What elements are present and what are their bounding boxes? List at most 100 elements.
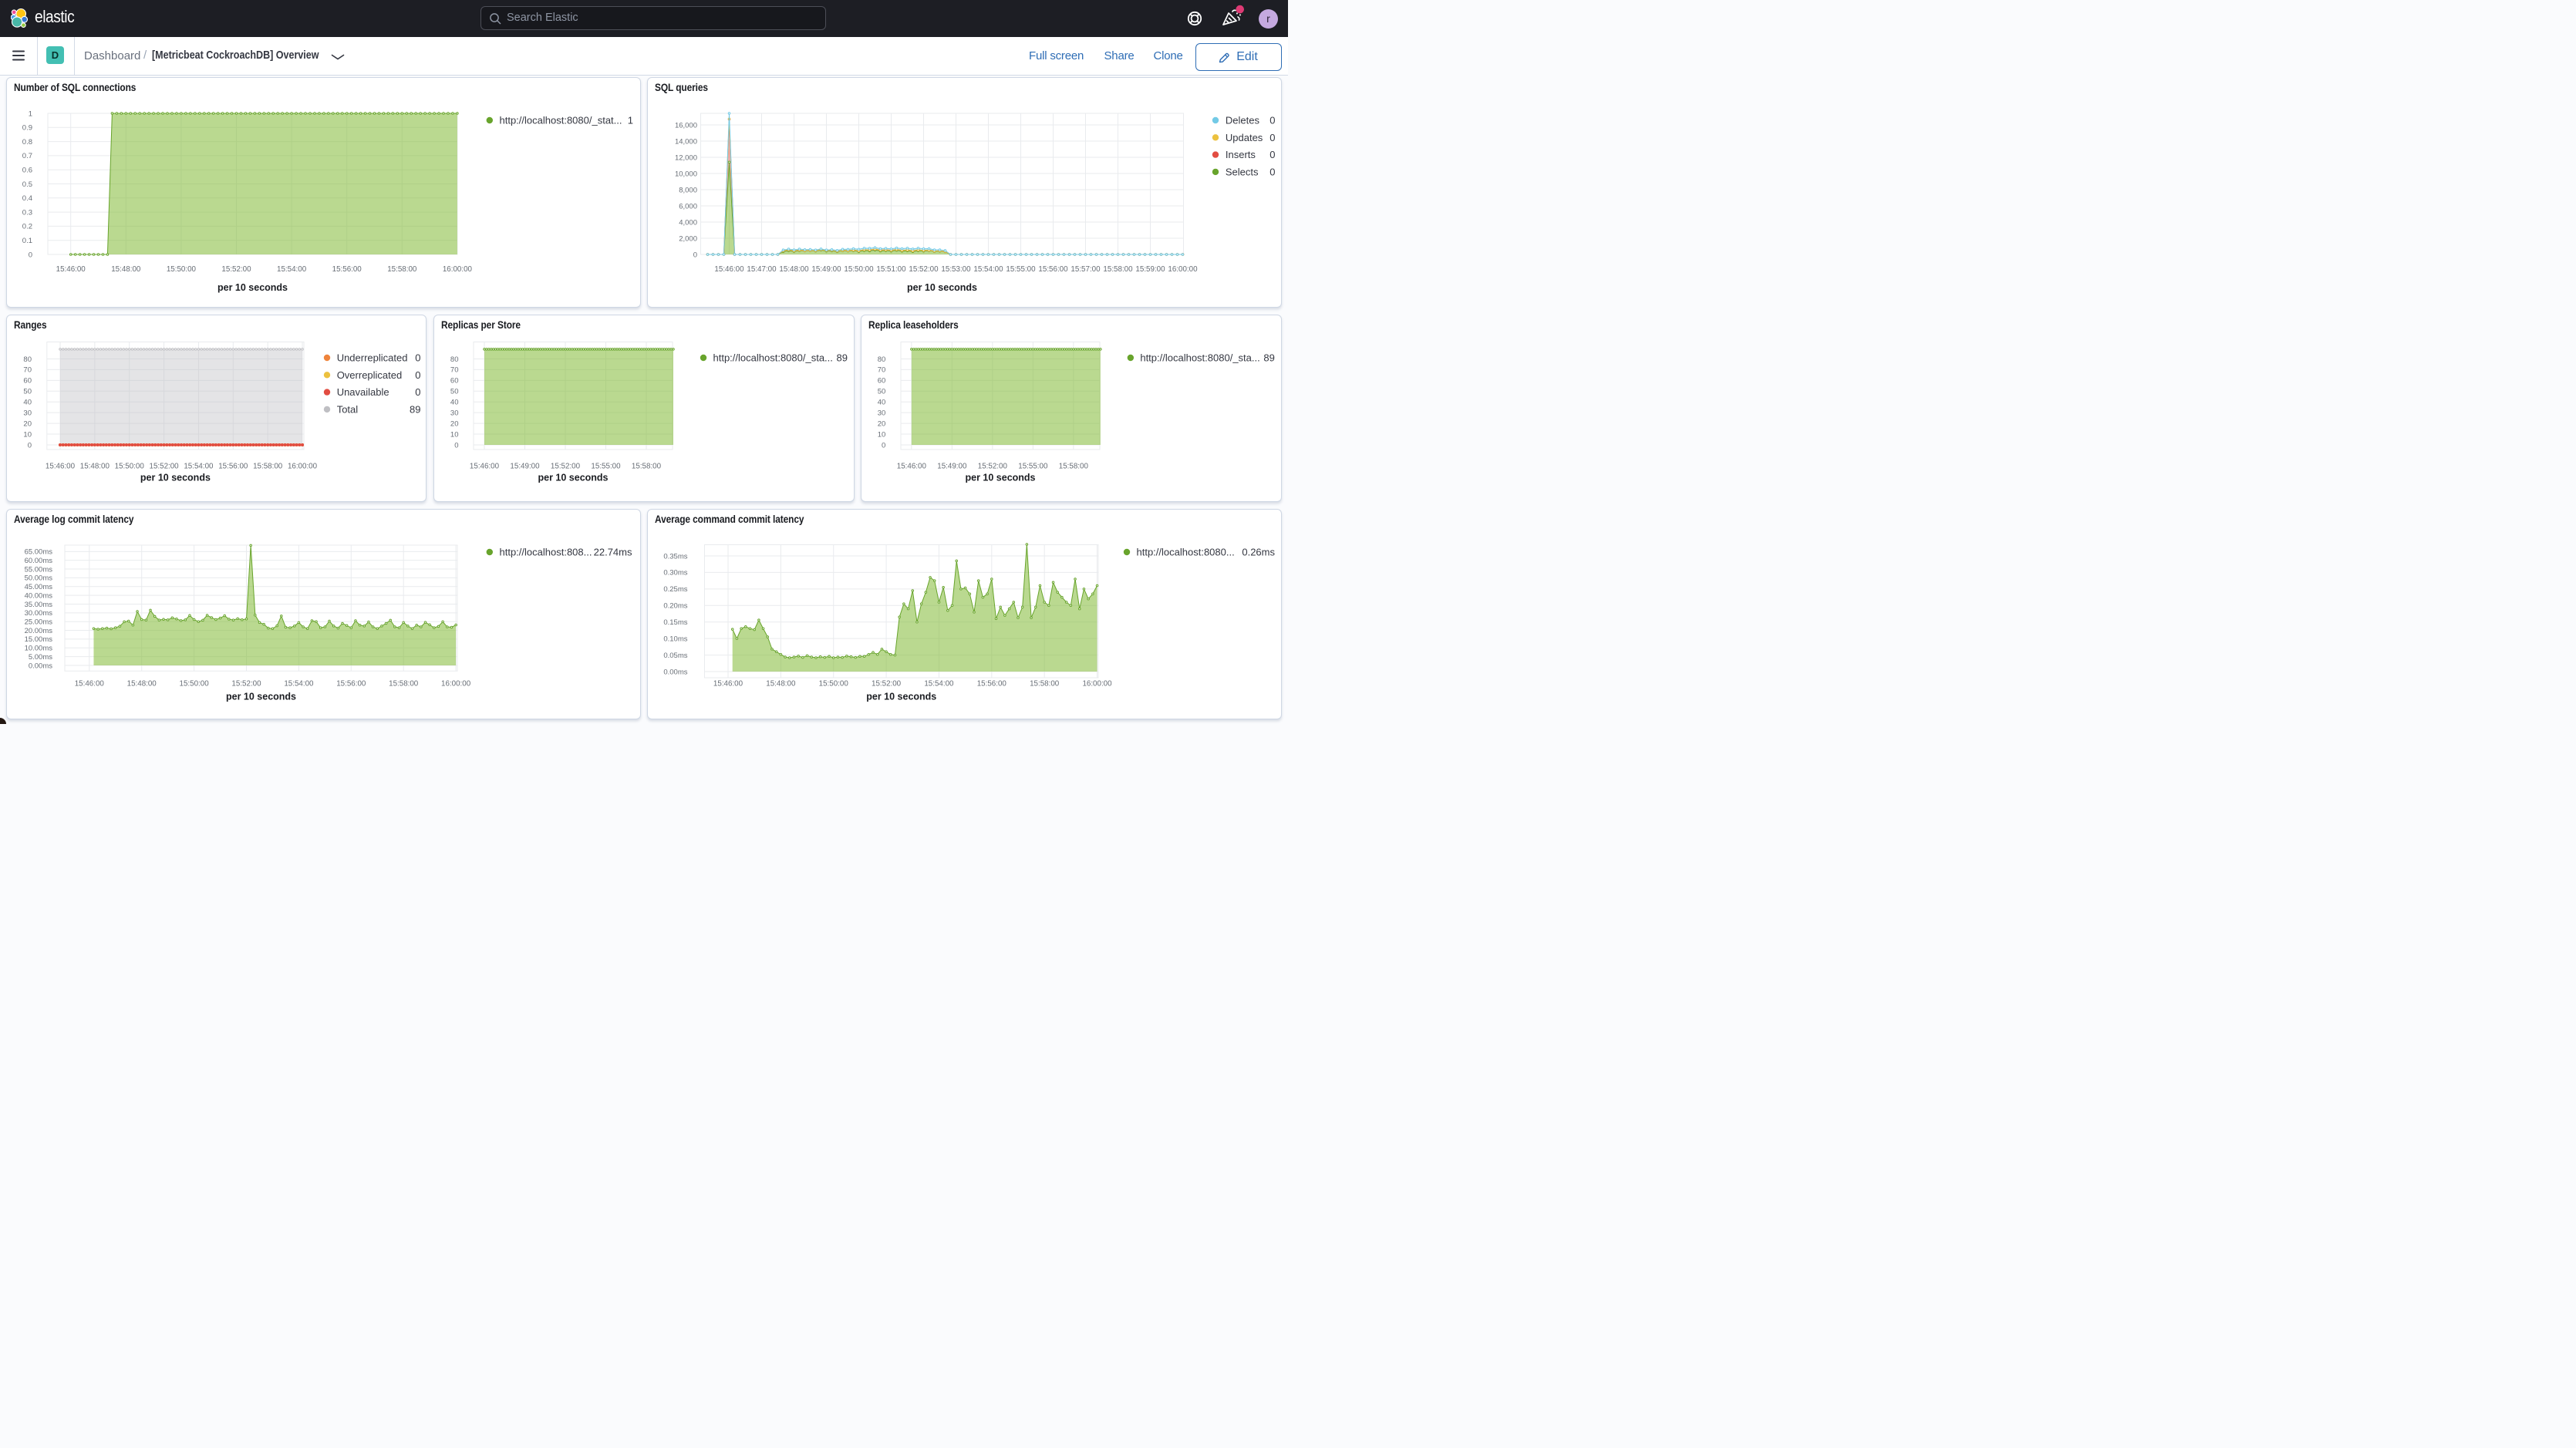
- svg-text:0.25ms: 0.25ms: [663, 585, 687, 594]
- svg-text:http://localhost:8080/_sta...: http://localhost:8080/_sta...: [1140, 352, 1259, 363]
- svg-text:0.2: 0.2: [22, 223, 32, 231]
- svg-text:1: 1: [628, 115, 633, 126]
- svg-text:15:58:00: 15:58:00: [1030, 679, 1060, 688]
- svg-text:Deletes: Deletes: [1226, 115, 1260, 126]
- svg-text:16:00:00: 16:00:00: [1168, 265, 1198, 274]
- svg-text:30: 30: [23, 409, 32, 417]
- svg-text:6,000: 6,000: [679, 202, 697, 210]
- svg-text:15:48:00: 15:48:00: [111, 265, 141, 274]
- svg-text:15:52:00: 15:52:00: [551, 462, 581, 470]
- svg-text:15:50:00: 15:50:00: [167, 265, 197, 274]
- svg-text:15:58:00: 15:58:00: [1059, 462, 1089, 470]
- svg-text:70: 70: [878, 365, 886, 374]
- svg-text:15:54:00: 15:54:00: [973, 265, 1003, 274]
- svg-text:89: 89: [410, 403, 420, 415]
- svg-text:15:56:00: 15:56:00: [336, 679, 366, 688]
- svg-text:12,000: 12,000: [675, 153, 697, 162]
- svg-text:Overreplicated: Overreplicated: [337, 369, 403, 380]
- svg-text:65.00ms: 65.00ms: [25, 547, 53, 556]
- svg-text:15:55:00: 15:55:00: [591, 462, 621, 470]
- svg-text:0: 0: [693, 251, 697, 259]
- svg-text:15:46:00: 15:46:00: [713, 679, 743, 688]
- svg-text:15:50:00: 15:50:00: [819, 679, 849, 688]
- svg-text:15:56:00: 15:56:00: [1038, 265, 1068, 274]
- svg-text:15:48:00: 15:48:00: [127, 679, 157, 688]
- svg-text:14,000: 14,000: [675, 137, 697, 146]
- svg-text:15:52:00: 15:52:00: [231, 679, 261, 688]
- svg-text:15:54:00: 15:54:00: [284, 679, 314, 688]
- svg-text:15:50:00: 15:50:00: [115, 462, 145, 470]
- svg-text:10,000: 10,000: [675, 170, 697, 178]
- svg-text:10: 10: [878, 430, 886, 439]
- svg-text:15:51:00: 15:51:00: [876, 265, 906, 274]
- svg-text:60: 60: [878, 376, 886, 385]
- svg-text:15:54:00: 15:54:00: [277, 265, 307, 274]
- svg-text:15:47:00: 15:47:00: [747, 265, 777, 274]
- svg-text:0.15ms: 0.15ms: [663, 618, 687, 627]
- svg-text:70: 70: [450, 365, 459, 374]
- svg-text:30: 30: [450, 409, 459, 417]
- svg-text:15:53:00: 15:53:00: [941, 265, 971, 274]
- svg-text:http://localhost:808...: http://localhost:808...: [500, 546, 592, 557]
- svg-text:per 10 seconds: per 10 seconds: [217, 282, 288, 293]
- svg-text:15.00ms: 15.00ms: [25, 635, 53, 644]
- svg-text:15:58:00: 15:58:00: [632, 462, 662, 470]
- svg-text:http://localhost:8080/_sta...: http://localhost:8080/_sta...: [713, 352, 833, 363]
- svg-text:20.00ms: 20.00ms: [25, 626, 53, 635]
- svg-text:Selects: Selects: [1226, 166, 1259, 177]
- svg-text:80: 80: [878, 355, 886, 363]
- svg-text:2,000: 2,000: [679, 234, 697, 243]
- svg-text:15:46:00: 15:46:00: [56, 265, 86, 274]
- svg-text:15:49:00: 15:49:00: [937, 462, 967, 470]
- svg-text:15:54:00: 15:54:00: [924, 679, 954, 688]
- svg-text:40.00ms: 40.00ms: [25, 591, 53, 600]
- svg-text:50: 50: [450, 387, 459, 396]
- svg-text:8,000: 8,000: [679, 186, 697, 194]
- svg-text:50: 50: [23, 387, 32, 396]
- svg-text:10.00ms: 10.00ms: [25, 644, 53, 652]
- svg-text:80: 80: [450, 355, 459, 363]
- svg-text:15:52:00: 15:52:00: [872, 679, 902, 688]
- svg-text:0.1: 0.1: [22, 237, 32, 245]
- svg-text:Inserts: Inserts: [1226, 149, 1256, 160]
- svg-text:0.7: 0.7: [22, 152, 32, 160]
- svg-text:45.00ms: 45.00ms: [25, 583, 53, 591]
- svg-text:80: 80: [23, 355, 32, 363]
- svg-text:0: 0: [1269, 115, 1275, 126]
- svg-text:per 10 seconds: per 10 seconds: [538, 472, 608, 483]
- svg-text:0.8: 0.8: [22, 138, 32, 146]
- svg-text:per 10 seconds: per 10 seconds: [965, 472, 1035, 483]
- svg-text:15:49:00: 15:49:00: [510, 462, 540, 470]
- svg-text:http://localhost:8080/_stat...: http://localhost:8080/_stat...: [500, 115, 622, 126]
- svg-text:0.9: 0.9: [22, 124, 32, 133]
- svg-text:89: 89: [1263, 352, 1274, 363]
- svg-text:0: 0: [415, 369, 420, 380]
- svg-text:89: 89: [837, 352, 848, 363]
- svg-text:0.35ms: 0.35ms: [663, 552, 687, 561]
- svg-text:15:46:00: 15:46:00: [897, 462, 927, 470]
- svg-text:4,000: 4,000: [679, 218, 697, 227]
- svg-text:1: 1: [29, 109, 32, 118]
- svg-text:15:58:00: 15:58:00: [389, 679, 419, 688]
- svg-text:0.00ms: 0.00ms: [29, 662, 52, 670]
- svg-text:15:57:00: 15:57:00: [1071, 265, 1101, 274]
- svg-text:50.00ms: 50.00ms: [25, 574, 53, 582]
- svg-text:15:56:00: 15:56:00: [332, 265, 362, 274]
- svg-text:15:50:00: 15:50:00: [180, 679, 210, 688]
- svg-text:15:52:00: 15:52:00: [978, 462, 1008, 470]
- svg-text:16:00:00: 16:00:00: [443, 265, 473, 274]
- svg-text:per 10 seconds: per 10 seconds: [226, 691, 296, 702]
- svg-text:15:46:00: 15:46:00: [714, 265, 744, 274]
- svg-text:Unavailable: Unavailable: [337, 386, 389, 398]
- svg-text:15:50:00: 15:50:00: [844, 265, 874, 274]
- svg-text:20: 20: [450, 419, 459, 428]
- svg-text:15:59:00: 15:59:00: [1135, 265, 1165, 274]
- svg-text:22.74ms: 22.74ms: [594, 546, 632, 557]
- svg-text:15:56:00: 15:56:00: [218, 462, 248, 470]
- svg-text:16:00:00: 16:00:00: [1082, 679, 1112, 688]
- svg-text:20: 20: [23, 419, 32, 428]
- svg-text:15:52:00: 15:52:00: [221, 265, 251, 274]
- svg-text:25.00ms: 25.00ms: [25, 618, 53, 626]
- svg-text:0.4: 0.4: [22, 194, 32, 203]
- svg-text:http://localhost:8080...: http://localhost:8080...: [1137, 546, 1235, 557]
